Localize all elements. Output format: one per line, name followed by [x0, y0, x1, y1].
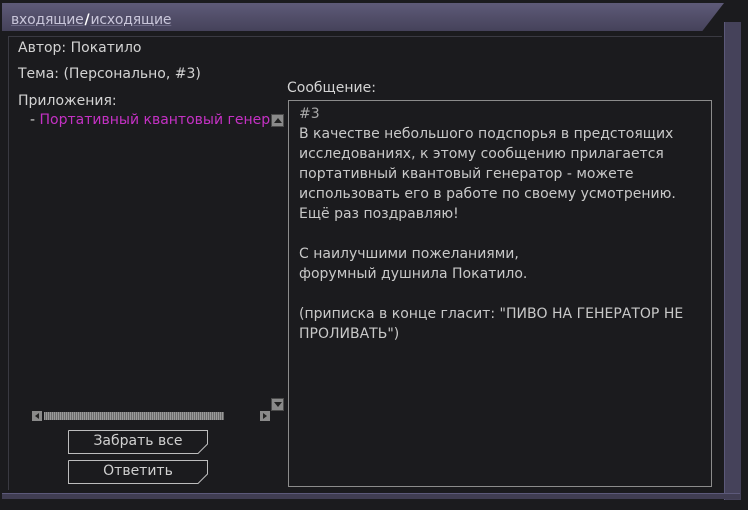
message-line: (приписка в конце гласит: "ПИВО НА ГЕНЕР…: [299, 306, 684, 322]
window-frame-bottom: [2, 493, 740, 499]
message-line: портативный квантовый генератор - можете: [299, 166, 634, 182]
attachments-list: - Портативный квантовый генератор: [18, 112, 270, 402]
message-line: [299, 284, 711, 304]
chevron-right-icon: [263, 413, 267, 419]
message-line: В качестве небольшого подспорья в предст…: [299, 126, 674, 142]
list-item: - Портативный квантовый генератор: [18, 112, 270, 128]
message-line: [299, 224, 711, 244]
scroll-down-button[interactable]: [271, 398, 284, 411]
divider: [8, 36, 722, 37]
tab-outbox[interactable]: исходящие: [90, 12, 171, 28]
message-line: использовать его в работе по своему усмо…: [299, 186, 676, 202]
message-body: #3 В качестве небольшого подспорья в пре…: [288, 100, 712, 487]
scroll-up-button[interactable]: [271, 114, 284, 127]
list-item-dash: -: [30, 112, 36, 128]
message-line: исследованиях, к этому сообщению прилага…: [299, 146, 664, 162]
message-line: #3: [299, 106, 320, 122]
window-frame-right: [724, 22, 741, 500]
take-all-button[interactable]: Забрать все: [68, 430, 208, 454]
tab-inbox[interactable]: входящие: [11, 12, 84, 28]
message-line: форумный душнила Покатило.: [299, 266, 528, 282]
tab-separator: /: [84, 12, 90, 28]
message-line: Ещё раз поздравляю!: [299, 206, 459, 222]
window-titlebar: входящие/исходящие: [2, 3, 724, 31]
chevron-left-icon: [35, 413, 39, 419]
horizontal-scrollbar[interactable]: [32, 411, 270, 421]
mail-tabs: входящие/исходящие: [11, 12, 171, 28]
author-field: Автор: Покатило: [18, 40, 142, 56]
chevron-down-icon: [273, 402, 282, 407]
divider-left: [8, 36, 9, 490]
reply-label: Ответить: [103, 463, 173, 479]
reply-button[interactable]: Ответить: [68, 460, 208, 484]
chevron-up-icon: [273, 118, 282, 123]
scrollbar-thumb[interactable]: [44, 412, 224, 420]
mail-window: входящие/исходящие Автор: Покатило Тема:…: [0, 0, 748, 510]
attachment-link[interactable]: Портативный квантовый генератор: [40, 112, 270, 128]
scroll-right-button[interactable]: [260, 411, 270, 421]
message-label: Сообщение:: [287, 80, 376, 96]
message-line: ПРОЛИВАТЬ"): [299, 326, 400, 342]
attachments-label: Приложения:: [18, 93, 117, 109]
message-line: С наилучшими пожеланиями,: [299, 246, 519, 262]
take-all-label: Забрать все: [93, 433, 183, 449]
scroll-left-button[interactable]: [32, 411, 42, 421]
subject-field: Тема: (Персонально, #3): [18, 66, 201, 82]
